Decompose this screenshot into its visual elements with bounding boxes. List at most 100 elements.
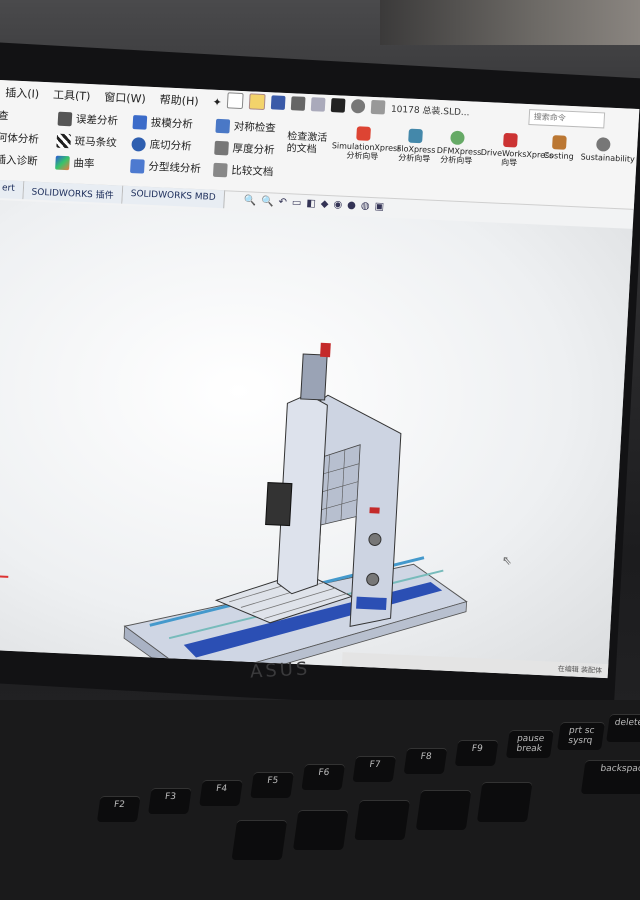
menu-insert[interactable]: 插入(I) (5, 84, 40, 102)
tool-label: 拔模分析 (150, 116, 194, 131)
floxpress-button[interactable]: FloXpress 分析向导 (396, 128, 436, 164)
open-folder-icon[interactable] (248, 93, 266, 111)
tool-label: 对称检查 (233, 120, 277, 135)
zebra-icon (56, 133, 72, 148)
dfmxpress-button[interactable]: DFMXpress 分析向导 (436, 130, 482, 166)
key-label: F6 (317, 768, 330, 778)
key-delete: delete (606, 714, 640, 742)
view-settings-icon[interactable]: ▣ (374, 201, 384, 212)
tool-left-3[interactable]: 插入诊断 (0, 152, 38, 169)
pin-icon[interactable]: ✦ (212, 95, 222, 108)
view-orientation-icon[interactable]: ◧ (306, 198, 316, 209)
sim-label: FloXpress 分析向导 (396, 144, 436, 164)
key-backspace: backspace (580, 760, 640, 794)
tab-evaluate[interactable]: ert (0, 179, 25, 200)
key-f4: F4 (199, 780, 243, 806)
print-icon[interactable] (290, 96, 306, 111)
costing-icon (552, 135, 567, 150)
menu-window[interactable]: 窗口(W) (104, 89, 146, 107)
tool-label: 曲率 (73, 157, 95, 171)
tool-label: 检查激活的文档 (286, 131, 328, 156)
curvature-icon (55, 155, 70, 170)
check-active-document-button[interactable]: 检查激活的文档 (286, 131, 327, 157)
key-f3: F3 (148, 788, 192, 814)
hide-show-icon[interactable]: ◉ (333, 199, 342, 210)
flow-icon (408, 128, 423, 144)
driveworks-icon (503, 132, 518, 148)
options-gear-icon[interactable] (370, 99, 386, 115)
undercut-analysis-button[interactable]: 底切分析 (131, 136, 192, 154)
symmetry-check-button[interactable]: 对称检查 (215, 118, 276, 136)
driveworksxpress-button[interactable]: DriveWorksXpress 向导 (480, 132, 554, 169)
parting-line-button[interactable]: 分型线分析 (130, 158, 201, 176)
key-prtsc: prt sc sysrq (557, 722, 605, 750)
coordinate-triad (0, 556, 13, 591)
zoom-to-fit-icon[interactable]: 🔍 (243, 195, 256, 207)
previous-view-icon[interactable]: ↶ (278, 197, 287, 208)
document-title: 10178 总装.SLD... (390, 104, 470, 118)
new-document-icon[interactable] (226, 92, 244, 110)
key-label: delete (613, 718, 640, 728)
tool-label: 分型线分析 (148, 160, 202, 176)
key-9 (354, 800, 410, 840)
tab-solidworks-mbd[interactable]: SOLIDWORKS MBD (122, 185, 226, 209)
undercut-icon (131, 136, 147, 152)
sustainability-icon (595, 137, 611, 152)
sustainability-button[interactable]: Sustainability (580, 136, 635, 164)
key-label: backspace (599, 764, 640, 774)
tab-solidworks-addins[interactable]: SOLIDWORKS 插件 (23, 181, 124, 204)
key-label: F4 (215, 784, 228, 794)
tool-left-2[interactable]: 何体分析 (0, 130, 39, 147)
key-label: F5 (266, 776, 279, 786)
section-view-icon[interactable]: ▭ (292, 197, 302, 208)
dfm-icon (450, 130, 465, 146)
appearance-icon[interactable]: ● (347, 200, 356, 211)
zoom-area-icon[interactable]: 🔍 (261, 196, 274, 208)
tool-label: 厚度分析 (232, 142, 275, 157)
thickness-analysis-button[interactable]: 厚度分析 (214, 140, 275, 158)
tool-label: 何体分析 (0, 131, 40, 146)
select-cursor-icon[interactable] (330, 98, 346, 113)
tool-label: 误差分析 (75, 113, 119, 128)
deviation-icon (57, 111, 73, 126)
tool-left-1[interactable]: 查 (0, 108, 9, 123)
key-label: F7 (368, 760, 382, 770)
sim-label: SimulationXpress 分析向导 (331, 141, 402, 162)
save-icon[interactable] (270, 95, 286, 110)
mouse-cursor-icon: ⇖ (501, 553, 513, 568)
curvature-button[interactable]: 曲率 (55, 155, 95, 172)
key-8 (292, 810, 349, 850)
tool-label: 查 (0, 109, 9, 123)
key-label: F2 (113, 800, 126, 810)
deviation-analysis-button[interactable]: 误差分析 (57, 111, 119, 129)
compare-documents-button[interactable]: 比较文档 (212, 162, 274, 180)
costing-button[interactable]: Costing (542, 135, 575, 161)
key-label: pause break (515, 734, 545, 754)
undo-icon[interactable] (310, 97, 326, 112)
laptop-screen: 插入(I) 工具(T) 窗口(W) 帮助(H) ✦ 10178 总装.SLD..… (0, 80, 640, 679)
rebuild-icon[interactable] (350, 98, 366, 114)
scene-icon[interactable]: ◍ (361, 201, 370, 212)
graphics-viewport[interactable]: ⇖ 在编辑 装配体 (0, 199, 633, 679)
column-blue-plate (356, 596, 387, 611)
display-style-icon[interactable]: ◆ (320, 199, 328, 210)
key-pause: pause break (505, 730, 554, 758)
heads-up-view-toolbar: 🔍 🔍 ↶ ▭ ◧ ◆ ◉ ● ◍ ▣ (243, 195, 384, 212)
key-f7: F7 (352, 756, 397, 782)
zebra-stripes-button[interactable]: 斑马条纹 (56, 133, 117, 151)
menu-tools[interactable]: 工具(T) (53, 86, 91, 104)
servo-motor (265, 482, 293, 527)
key-label: prt sc sysrq (567, 726, 596, 746)
menu-help[interactable]: 帮助(H) (159, 91, 199, 109)
key-label: F9 (471, 744, 484, 754)
search-input[interactable]: 搜索命令 (528, 109, 606, 129)
parting-icon (130, 158, 145, 174)
sim-label: Costing (543, 150, 574, 162)
key-f8: F8 (403, 748, 448, 774)
laptop-keyboard: pause break prt sc sysrq delete home bac… (0, 700, 640, 900)
sim-label: Sustainability (580, 152, 635, 164)
key-f6: F6 (301, 764, 346, 790)
draft-analysis-button[interactable]: 拔模分析 (132, 114, 193, 132)
motor-cap-red (320, 342, 331, 358)
simulationxpress-button[interactable]: SimulationXpress 分析向导 (331, 125, 402, 162)
